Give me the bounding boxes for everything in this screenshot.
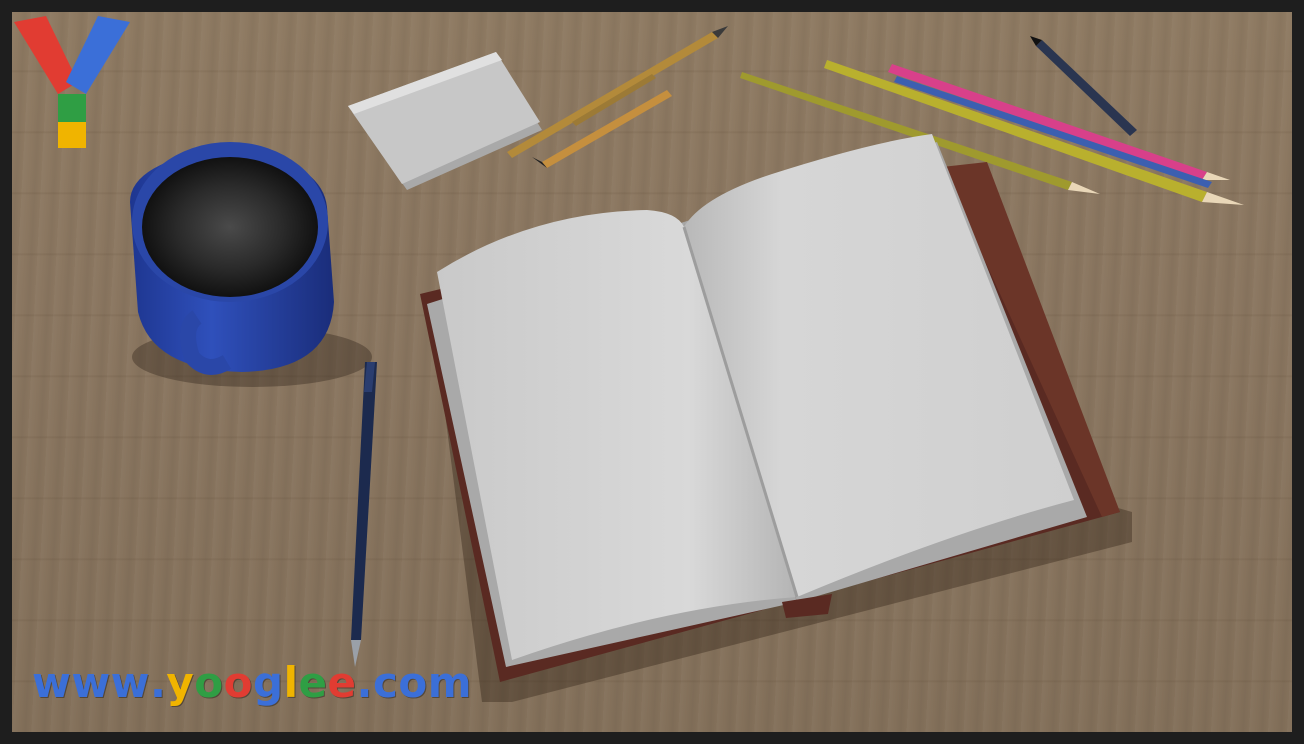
yooglee-logo — [14, 16, 130, 148]
pencils-left — [507, 26, 728, 168]
logo-stem-top — [58, 94, 86, 122]
watermark-letter: c — [372, 658, 399, 707]
logo-stem-bottom — [58, 122, 86, 148]
watermark-letter: m — [427, 658, 472, 707]
watermark-letter: l — [283, 658, 299, 707]
watermark-letter: g — [253, 658, 284, 707]
pen — [351, 362, 377, 667]
logo-right-arm — [66, 16, 130, 94]
watermark-letter: e — [327, 658, 357, 707]
watermark-letter: e — [298, 658, 328, 707]
watermark-letter: . — [149, 658, 167, 707]
paper-stack — [348, 52, 542, 190]
watermark-letter: o — [194, 658, 224, 707]
watermark-letter: . — [356, 658, 373, 707]
watermark-letter: w — [110, 658, 150, 707]
watermark-letter: w — [71, 658, 111, 707]
watermark-letter: o — [223, 658, 254, 707]
watermark-letter: o — [398, 658, 428, 707]
desk-scene — [130, 26, 1244, 702]
watermark-letter: y — [166, 658, 195, 707]
watermark-url: www.yooglee.com — [32, 658, 472, 707]
blue-mug — [130, 142, 334, 375]
photo-frame: www.yooglee.com — [12, 12, 1292, 732]
watermark-letter: w — [32, 658, 72, 707]
open-notebook — [420, 134, 1120, 682]
